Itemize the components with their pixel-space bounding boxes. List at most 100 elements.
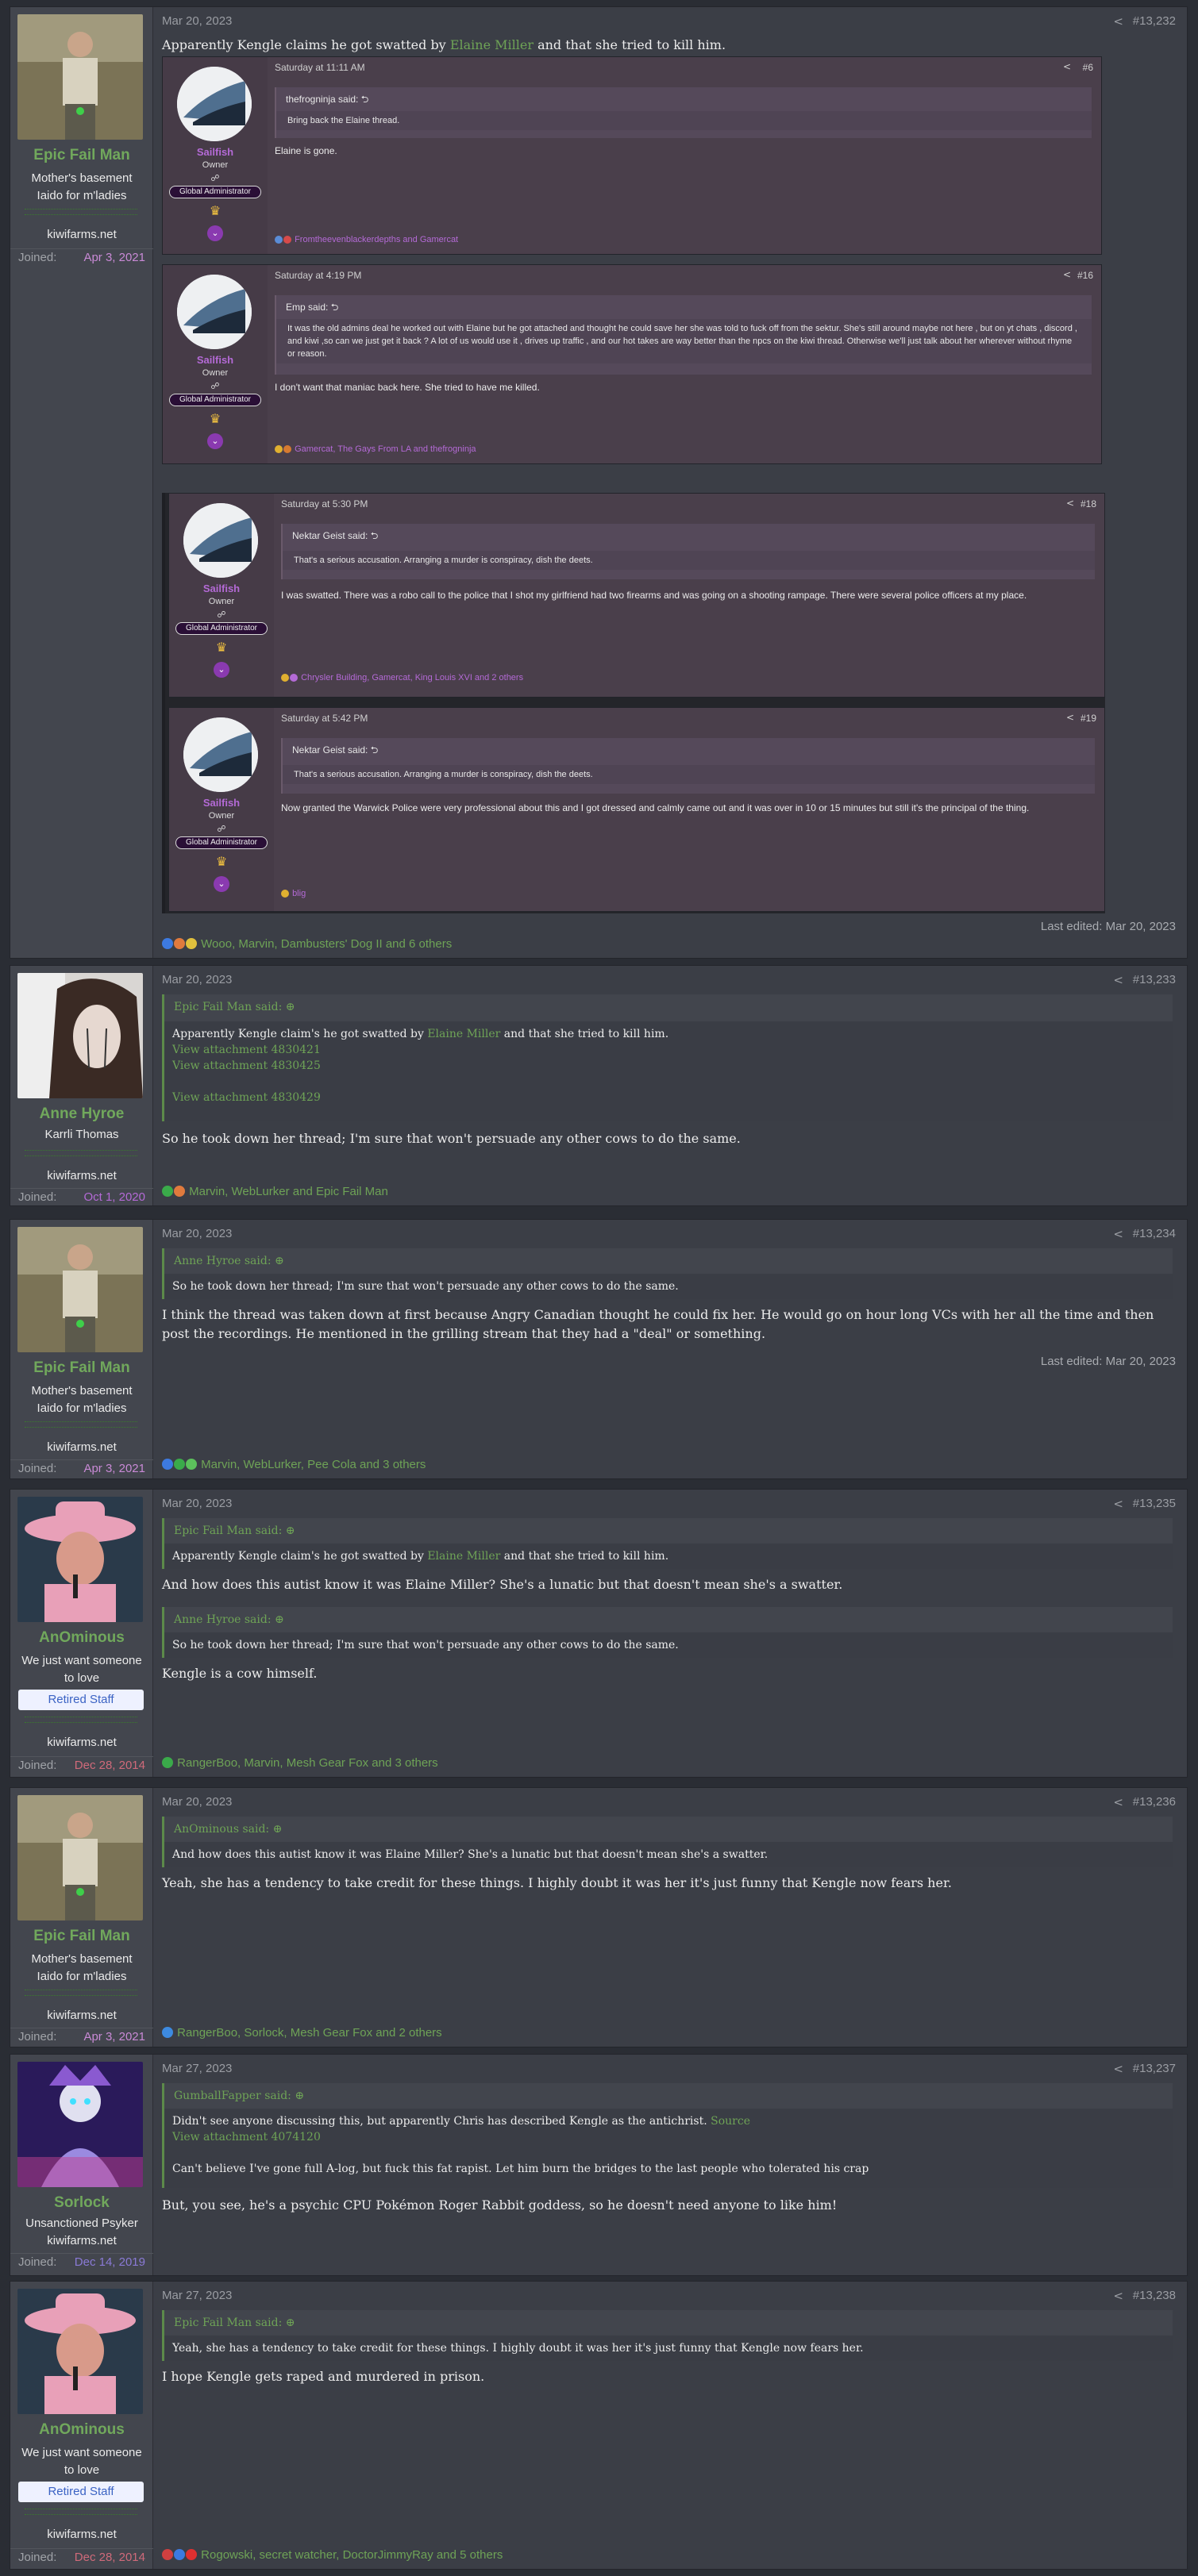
post-date[interactable]: Mar 20, 2023 — [162, 1795, 232, 1809]
embed-quote-author[interactable]: Emp said: ⮌ — [286, 300, 338, 317]
share-icon[interactable]: < — [1063, 61, 1071, 72]
post-date[interactable]: Mar 27, 2023 — [162, 2062, 232, 2075]
embed-post-number[interactable]: #6 — [1083, 62, 1093, 73]
post-number[interactable]: #13,235 — [1133, 1497, 1176, 1510]
chevron-down-icon[interactable]: ⌄ — [214, 662, 229, 678]
reaction-users[interactable]: Chrysler Building, Gamercat, King Louis … — [301, 673, 523, 682]
quote-author-name[interactable]: Epic Fail Man — [174, 1524, 252, 1537]
post-number[interactable]: #13,232 — [1133, 14, 1176, 28]
post-date[interactable]: Mar 27, 2023 — [162, 2289, 232, 2302]
post-date[interactable]: Mar 20, 2023 — [162, 1497, 232, 1510]
embed-avatar[interactable] — [177, 275, 252, 349]
reactions-bar[interactable]: Wooo, Marvin, Dambusters' Dog II and 6 o… — [162, 937, 452, 951]
share-icon[interactable]: < — [1066, 712, 1074, 723]
reaction-users[interactable]: Gamercat, The Gays From LA and thefrogni… — [295, 444, 476, 454]
avatar[interactable] — [17, 14, 143, 140]
embed-username[interactable]: Sailfish — [163, 354, 268, 366]
username[interactable]: Epic Fail Man — [10, 1359, 153, 1377]
embed-username[interactable]: Sailfish — [169, 582, 274, 594]
embed-avatar[interactable] — [177, 67, 252, 141]
embed-reactions[interactable]: blig — [281, 889, 306, 898]
attachment-link[interactable]: View attachment 4830421 — [172, 1042, 1165, 1058]
embed-quote-author[interactable]: thefrogninja said: ⮌ — [286, 92, 368, 109]
quote-author[interactable]: Anne Hyroe said: ⊕ — [174, 1613, 284, 1626]
quote-author[interactable]: Epic Fail Man said: ⊕ — [174, 1524, 295, 1537]
post-number[interactable]: #13,236 — [1133, 1795, 1176, 1809]
embed-quote-author[interactable]: Nektar Geist said: ⮌ — [292, 529, 378, 545]
share-icon[interactable]: < — [1063, 269, 1071, 280]
avatar[interactable] — [17, 1497, 143, 1622]
avatar[interactable] — [17, 2062, 143, 2187]
reaction-users[interactable]: Wooo, Marvin, Dambusters' Dog II and 6 o… — [201, 937, 452, 951]
embed-post-number[interactable]: #19 — [1081, 713, 1096, 724]
embed-reactions[interactable]: Gamercat, The Gays From LA and thefrogni… — [275, 444, 476, 454]
quote-author-name[interactable]: Epic Fail Man — [174, 2316, 252, 2329]
user-mention-link[interactable]: Elaine Miller — [427, 1550, 500, 1563]
username[interactable]: Epic Fail Man — [10, 1928, 153, 1945]
chevron-down-icon[interactable]: ⌄ — [207, 433, 223, 449]
post-number[interactable]: #13,237 — [1133, 2062, 1176, 2075]
chevron-down-icon[interactable]: ⌄ — [207, 225, 223, 241]
embed-post-number[interactable]: #18 — [1081, 498, 1096, 509]
avatar[interactable] — [17, 1227, 143, 1352]
embed-username[interactable]: Sailfish — [169, 797, 274, 809]
embed-avatar[interactable] — [183, 503, 258, 578]
attachment-link[interactable]: View attachment 4074120 — [172, 2129, 1165, 2145]
post-date[interactable]: Mar 20, 2023 — [162, 14, 232, 28]
avatar[interactable] — [17, 1795, 143, 1920]
reaction-users[interactable]: Fromtheevenblackerdepths and Gamercat — [295, 235, 458, 244]
avatar[interactable] — [17, 2289, 143, 2414]
quote-author[interactable]: GumballFapper said: ⊕ — [174, 2090, 304, 2102]
chevron-down-icon[interactable]: ⌄ — [214, 876, 229, 892]
reactions-bar[interactable]: Rogowski, secret watcher, DoctorJimmyRay… — [162, 2548, 503, 2562]
reaction-users[interactable]: RangerBoo, Marvin, Mesh Gear Fox and 3 o… — [177, 1756, 438, 1770]
quote-author[interactable]: Epic Fail Man said: ⊕ — [174, 2316, 295, 2329]
avatar[interactable] — [17, 973, 143, 1098]
reaction-users[interactable]: RangerBoo, Sorlock, Mesh Gear Fox and 2 … — [177, 2026, 442, 2040]
embed-post-number[interactable]: #16 — [1077, 270, 1093, 281]
reaction-users[interactable]: Marvin, WebLurker and Epic Fail Man — [189, 1185, 388, 1198]
post-date[interactable]: Mar 20, 2023 — [162, 1227, 232, 1240]
username[interactable]: Anne Hyroe — [10, 1105, 153, 1123]
embed-date[interactable]: Saturday at 5:42 PM — [281, 713, 368, 724]
username[interactable]: AnOminous — [10, 1629, 153, 1647]
share-icon[interactable]: < — [1113, 2062, 1123, 2076]
reactions-bar[interactable]: Marvin, WebLurker and Epic Fail Man — [162, 1185, 388, 1198]
username[interactable]: Epic Fail Man — [10, 147, 153, 164]
share-icon[interactable]: < — [1113, 14, 1123, 29]
embed-quote-author[interactable]: Nektar Geist said: ⮌ — [292, 743, 378, 759]
share-icon[interactable]: < — [1113, 1795, 1123, 1809]
share-icon[interactable]: < — [1066, 498, 1074, 509]
reactions-bar[interactable]: RangerBoo, Marvin, Mesh Gear Fox and 3 o… — [162, 1756, 438, 1770]
post-number[interactable]: #13,234 — [1133, 1227, 1176, 1240]
quote-author[interactable]: Epic Fail Man said: ⊕ — [174, 1001, 295, 1013]
user-mention-link[interactable]: Elaine Miller — [450, 37, 534, 52]
quote-author[interactable]: Anne Hyroe said: ⊕ — [174, 1255, 284, 1267]
user-mention-link[interactable]: Elaine Miller — [427, 1028, 500, 1040]
share-icon[interactable]: < — [1113, 1227, 1123, 1241]
embed-avatar[interactable] — [183, 717, 258, 792]
post-number[interactable]: #13,238 — [1133, 2289, 1176, 2302]
post-date[interactable]: Mar 20, 2023 — [162, 973, 232, 986]
share-icon[interactable]: < — [1113, 973, 1123, 987]
attachment-link[interactable]: View attachment 4830425 — [172, 1058, 1165, 1074]
reactions-bar[interactable]: Marvin, WebLurker, Pee Cola and 3 others — [162, 1458, 426, 1471]
embed-reactions[interactable]: Chrysler Building, Gamercat, King Louis … — [281, 673, 523, 682]
share-icon[interactable]: < — [1113, 1497, 1123, 1511]
username[interactable]: Sorlock — [10, 2194, 153, 2212]
quote-author[interactable]: AnOminous said: ⊕ — [174, 1823, 282, 1836]
quote-author-name[interactable]: Epic Fail Man — [174, 1001, 252, 1013]
quote-author-name[interactable]: GumballFapper — [174, 2090, 261, 2102]
reaction-users[interactable]: blig — [292, 889, 306, 898]
embed-username[interactable]: Sailfish — [163, 146, 268, 158]
share-icon[interactable]: < — [1113, 2289, 1123, 2303]
reactions-bar[interactable]: RangerBoo, Sorlock, Mesh Gear Fox and 2 … — [162, 2026, 442, 2040]
reaction-users[interactable]: Rogowski, secret watcher, DoctorJimmyRay… — [201, 2548, 503, 2562]
quote-author-name[interactable]: Anne Hyroe — [174, 1255, 241, 1267]
username[interactable]: AnOminous — [10, 2421, 153, 2439]
embed-reactions[interactable]: Fromtheevenblackerdepths and Gamercat — [275, 235, 458, 244]
quote-author-name[interactable]: AnOminous — [174, 1823, 239, 1836]
embed-date[interactable]: Saturday at 5:30 PM — [281, 498, 368, 509]
post-number[interactable]: #13,233 — [1133, 973, 1176, 986]
embed-date[interactable]: Saturday at 11:11 AM — [275, 62, 365, 73]
